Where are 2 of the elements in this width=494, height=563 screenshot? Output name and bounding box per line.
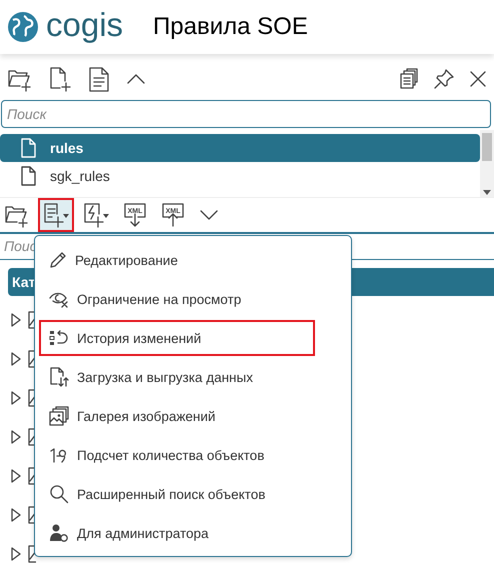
page-title: Правила SOE [153, 13, 308, 41]
logo-text: cogis [46, 8, 124, 45]
